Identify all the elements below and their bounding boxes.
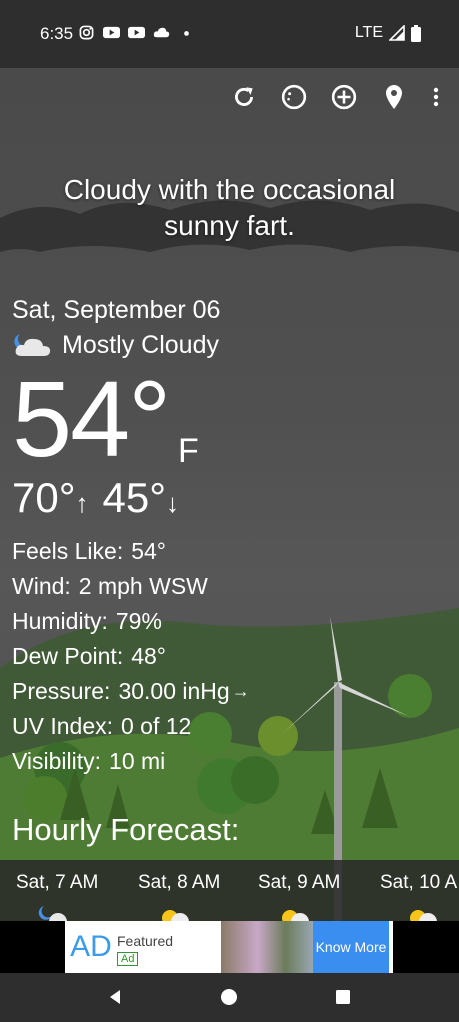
hourly-forecast-title: Hourly Forecast: (12, 812, 240, 847)
detail-uv-index: UV Index: 0 of 12 (12, 713, 192, 739)
weather-scene: Cloudy with the occasional sunny fart. S… (0, 68, 459, 921)
pressure-trend-icon: → (231, 681, 250, 701)
ad-cta-button[interactable]: Know More (313, 921, 389, 973)
hourly-forecast-list[interactable]: Sat, 7 AM Sat, 8 AM Sat, 9 AM Sat, 10 A (0, 860, 459, 921)
youtube-icon (103, 26, 120, 39)
moon-cloud-icon (14, 334, 51, 356)
sun-cloud-icon (410, 910, 437, 921)
signal-icon (389, 25, 405, 41)
current-condition: Mostly Cloudy (12, 330, 219, 360)
add-location-button[interactable] (329, 82, 359, 112)
ad-image[interactable] (221, 921, 313, 973)
detail-wind: Wind: 2 mph WSW (12, 573, 208, 599)
back-icon[interactable] (106, 987, 126, 1007)
hourly-item-label[interactable]: Sat, 8 AM (138, 872, 220, 894)
notification-icons (78, 25, 195, 40)
tagline-line-1: Cloudy with the occasional (63, 174, 396, 205)
network-label: LTE (354, 24, 383, 41)
ad-logo: AD (70, 930, 112, 963)
sun-cloud-icon (282, 910, 309, 921)
add-location-icon (331, 84, 357, 110)
toolbar (229, 82, 443, 112)
ad-tag: Ad (117, 952, 139, 966)
ad-banner[interactable]: AD Featured Ad Know More (65, 921, 393, 973)
location-button[interactable] (379, 82, 409, 112)
hourly-item-label[interactable]: Sat, 7 AM (16, 872, 98, 894)
weather-tagline: Cloudy with the occasional sunny fart. (0, 172, 459, 244)
theme-icon (281, 84, 307, 110)
instagram-icon (79, 25, 94, 40)
more-vert-icon (433, 87, 439, 107)
ad-banner-area: AD Featured Ad Know More (0, 921, 459, 973)
cloud-icon (153, 27, 170, 38)
detail-feels-like: Feels Like: 54° (12, 538, 166, 564)
detail-visibility: Visibility: 10 mi (12, 748, 166, 774)
current-date: Sat, September 06 (12, 296, 221, 324)
refresh-icon (235, 87, 253, 106)
detail-dew-point: Dew Point: 48° (12, 643, 166, 669)
hourly-item-label[interactable]: Sat, 10 A (380, 872, 457, 894)
low-temp: 45°↓ (102, 474, 180, 521)
dot-icon (184, 31, 189, 36)
battery-icon (411, 24, 421, 42)
current-temperature: 54° (12, 358, 171, 479)
navigation-bar (0, 973, 459, 1022)
high-temp: 70°↑ (12, 474, 89, 521)
detail-pressure: Pressure: 30.00 inHg → (12, 674, 250, 709)
status-right: LTE (355, 24, 421, 42)
status-time: 6:35 (40, 24, 74, 43)
recents-icon[interactable] (333, 987, 353, 1007)
sun-cloud-icon (162, 910, 189, 921)
high-low: 70°↑ 45°↓ (12, 474, 179, 522)
temperature-unit: F (178, 432, 199, 470)
tagline-line-2: sunny fart. (164, 210, 295, 241)
theme-button[interactable] (279, 82, 309, 112)
location-pin-icon (386, 85, 402, 109)
youtube-icon (128, 26, 145, 39)
ad-title: Featured (117, 933, 174, 949)
hourly-item-label[interactable]: Sat, 9 AM (258, 872, 340, 894)
weather-details: Feels Like: 54° Wind: 2 mph WSW Humidity: 7… (12, 534, 250, 779)
moon-cloud-icon (38, 906, 67, 921)
refresh-button[interactable] (229, 82, 259, 112)
status-bar: 6:35 LTE (0, 0, 459, 68)
home-icon[interactable] (219, 987, 239, 1007)
detail-humidity: Humidity: 79% (12, 608, 162, 634)
more-options-button[interactable] (429, 82, 443, 112)
ad-text: Featured Ad (117, 921, 221, 973)
condition-text: Mostly Cloudy (62, 330, 219, 359)
